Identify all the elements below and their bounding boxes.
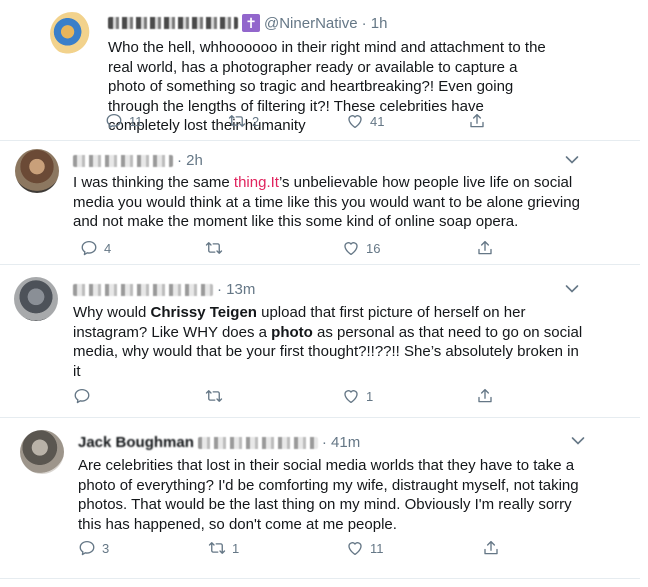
chevron-down-icon[interactable] <box>565 284 579 294</box>
tweet-1[interactable]: ✝ @NinerNative · 1h Who the hell, whhooo… <box>0 0 648 140</box>
tweet-header: ✝ @NinerNative · 1h <box>108 14 387 32</box>
inline-link[interactable]: thing.It <box>234 174 279 191</box>
reply-button[interactable] <box>73 387 97 405</box>
avatar[interactable] <box>20 430 64 474</box>
avatar[interactable] <box>50 12 94 56</box>
tweet-actions: 3 1 11 <box>0 539 648 559</box>
retweet-icon <box>205 239 223 257</box>
like-button[interactable]: 1 <box>342 387 373 405</box>
reply-icon <box>80 239 98 257</box>
display-name[interactable]: Jack Boughman <box>78 434 194 451</box>
like-count: 1 <box>366 388 374 404</box>
tweet-header: Jack Boughman · 41m <box>78 434 360 451</box>
tweet-text: Are celebrities that lost in their socia… <box>78 457 579 533</box>
retweet-button[interactable] <box>205 387 229 405</box>
retweet-count: 2 <box>252 113 260 129</box>
chevron-down-icon[interactable] <box>571 436 585 446</box>
retweet-icon <box>228 112 246 130</box>
highlight-text: photo <box>271 323 313 341</box>
reply-icon <box>73 387 91 405</box>
reply-button[interactable]: 4 <box>80 239 111 257</box>
share-button[interactable] <box>476 387 494 405</box>
like-button[interactable]: 16 <box>342 239 380 257</box>
share-icon <box>482 539 500 557</box>
highlight-text: Chrissy Teigen <box>150 304 257 321</box>
share-icon <box>476 239 494 257</box>
reply-icon <box>105 112 123 130</box>
user-handle[interactable]: @NinerNative <box>264 15 358 32</box>
reply-count: 11 <box>129 113 143 129</box>
tweet-3[interactable]: · 13m Why would Chrissy Teigen upload th… <box>0 265 648 417</box>
like-count: 11 <box>370 540 384 556</box>
like-button[interactable]: 11 <box>346 539 384 557</box>
retweet-button[interactable]: 2 <box>228 112 259 130</box>
share-icon <box>468 112 486 130</box>
tweet-header: · 13m <box>73 281 255 298</box>
like-icon <box>342 239 360 257</box>
tweet-text: I was thinking the same thing.It’s unbel… <box>73 173 583 232</box>
text-segment: I was thinking the same <box>73 174 234 191</box>
avatar[interactable] <box>14 277 58 321</box>
like-icon <box>342 387 360 405</box>
tweet-text: Why would Chrissy Teigen upload that fir… <box>73 303 583 381</box>
reply-count: 3 <box>102 540 110 556</box>
share-icon <box>476 387 494 405</box>
retweet-button[interactable] <box>205 239 229 257</box>
tweet-time[interactable]: · 2h <box>177 152 203 169</box>
like-button[interactable]: 41 <box>346 112 384 130</box>
chevron-down-icon[interactable] <box>565 155 579 165</box>
blurred-handle <box>197 436 318 449</box>
retweet-icon <box>205 387 223 405</box>
tweet-header: · 2h <box>73 152 203 169</box>
share-button[interactable] <box>482 539 500 557</box>
tweet-time[interactable]: · 1h <box>362 15 388 32</box>
blurred-display-name <box>108 17 238 29</box>
like-icon <box>346 112 364 130</box>
like-icon <box>346 539 364 557</box>
cross-icon: ✝ <box>242 14 260 32</box>
retweet-count: 1 <box>232 540 240 556</box>
divider <box>0 578 640 579</box>
text-segment: Why would <box>73 304 151 321</box>
tweet-2[interactable]: · 2h I was thinking the same thing.It’s … <box>0 141 648 264</box>
like-count: 16 <box>366 240 381 256</box>
like-count: 41 <box>370 113 385 129</box>
reply-button[interactable]: 11 <box>105 112 143 130</box>
blurred-display-name <box>73 283 213 296</box>
reply-icon <box>78 539 96 557</box>
avatar[interactable] <box>15 149 59 193</box>
reply-button[interactable]: 3 <box>78 539 109 557</box>
tweet-actions: 11 2 41 <box>0 112 648 132</box>
tweet-actions: 4 16 <box>0 239 648 259</box>
tweet-actions: 1 <box>0 387 648 407</box>
tweet-time[interactable]: · 13m <box>217 281 255 298</box>
retweet-icon <box>208 539 226 557</box>
tweet-time[interactable]: · 41m <box>322 434 360 451</box>
reply-count: 4 <box>104 240 112 256</box>
retweet-button[interactable]: 1 <box>208 539 239 557</box>
share-button[interactable] <box>468 112 486 130</box>
tweet-4[interactable]: Jack Boughman · 41m Are celebrities that… <box>0 418 648 587</box>
share-button[interactable] <box>476 239 494 257</box>
blurred-display-name <box>73 154 173 167</box>
